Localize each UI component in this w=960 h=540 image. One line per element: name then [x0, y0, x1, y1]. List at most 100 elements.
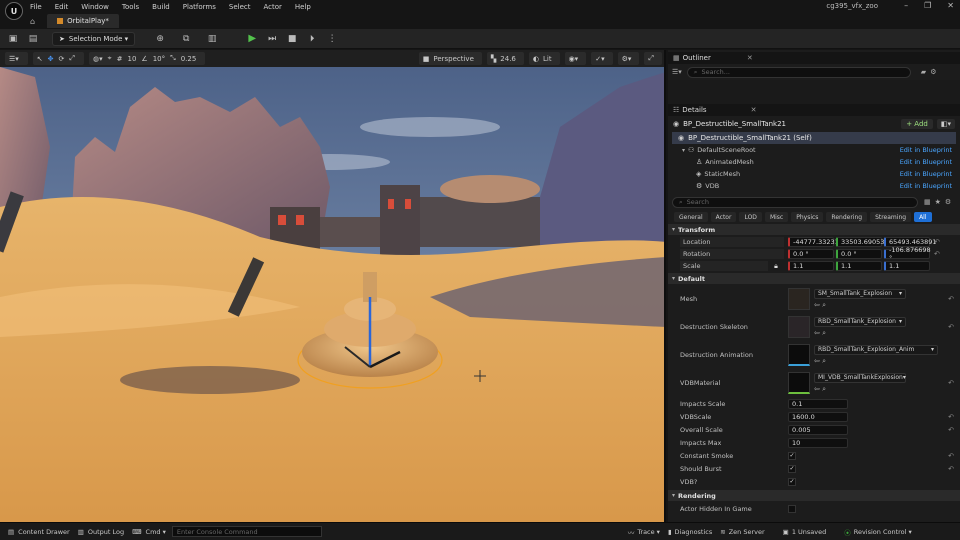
component-vdb[interactable]: ⚙ VDB Edit in Blueprint — [682, 180, 952, 192]
mesh-thumbnail[interactable] — [788, 288, 810, 310]
world-local-icon[interactable]: ◍▾ — [93, 55, 103, 63]
menu-help[interactable]: Help — [295, 3, 311, 11]
find-icon[interactable]: ⌕ — [822, 357, 826, 365]
edit-in-blueprint-link[interactable]: Edit in Blueprint — [900, 170, 952, 178]
component-staticmesh[interactable]: ◈ StaticMesh Edit in Blueprint — [682, 168, 952, 180]
actor-hidden-checkbox[interactable] — [788, 504, 796, 513]
vdbmaterial-thumbnail[interactable] — [788, 372, 810, 394]
grid-snap-value[interactable]: 10 — [127, 55, 136, 63]
menu-actor[interactable]: Actor — [264, 3, 282, 11]
component-animatedmesh[interactable]: ♙ AnimatedMesh Edit in Blueprint — [682, 156, 952, 168]
overall-scale-field[interactable]: 0.005 — [788, 424, 848, 435]
home-icon[interactable]: ⌂ — [30, 17, 35, 26]
filter-tab-streaming[interactable]: Streaming — [870, 212, 912, 222]
show-flags-dropdown[interactable]: ◉▾ — [564, 52, 587, 65]
step-icon[interactable]: ⏭ — [265, 32, 279, 46]
select-tool-icon[interactable]: ↖ — [37, 55, 43, 63]
impacts-scale-field[interactable]: 0.1 — [788, 398, 848, 409]
menu-select[interactable]: Select — [229, 3, 251, 11]
menu-file[interactable]: File — [30, 3, 42, 11]
skeleton-dropdown[interactable]: RBD_SmallTank_Explosion ▾ — [814, 316, 906, 327]
perspective-dropdown[interactable]: ■ Perspective — [418, 52, 482, 65]
animation-dropdown[interactable]: RBD_SmallTank_Explosion_Anim ▾ — [814, 344, 938, 355]
add-actor-icon[interactable]: ⊕ — [153, 32, 167, 46]
close-details-icon[interactable]: ✕ — [751, 106, 757, 114]
grid-snap-icon[interactable]: # — [117, 55, 123, 63]
reset-arrow-icon[interactable]: ↶ — [934, 238, 940, 246]
find-icon[interactable]: ⌕ — [822, 301, 826, 309]
browse-icon[interactable]: ⇦ — [814, 357, 820, 365]
filter-tab-actor[interactable]: Actor — [710, 212, 737, 222]
component-self-row[interactable]: ◉ BP_Destructible_SmallTank21 (Self) — [672, 132, 956, 144]
minimize-button[interactable]: – — [904, 1, 908, 10]
viewport-settings[interactable]: ⚙▾ — [617, 52, 640, 65]
scale-snap-value[interactable]: 0.25 — [181, 55, 197, 63]
rotate-tool-icon[interactable]: ⟳ — [59, 55, 65, 63]
stop-icon[interactable]: ■ — [285, 32, 299, 46]
browse-icon[interactable]: ⇦ — [814, 385, 820, 393]
scale-y-field[interactable]: 1.1 — [836, 261, 882, 271]
content-drawer-button[interactable]: ▤ Content Drawer — [8, 528, 70, 536]
rot-snap-icon[interactable]: ∠ — [141, 55, 147, 63]
scale-tool-icon[interactable]: ⤢ — [69, 54, 75, 63]
filter-tab-physics[interactable]: Physics — [791, 212, 824, 222]
filter-tab-lod[interactable]: LOD — [739, 212, 762, 222]
location-y-field[interactable]: 33503.690533 — [836, 237, 889, 247]
lock-icon[interactable]: 🔒︎ — [768, 262, 784, 271]
scene-render[interactable] — [0, 67, 666, 522]
realtime-toggle[interactable]: ✓▾ — [591, 52, 613, 65]
fov-control[interactable]: ▚ 24.6 — [486, 52, 524, 65]
menu-build[interactable]: Build — [152, 3, 170, 11]
vdbmaterial-dropdown[interactable]: MI_VDB_SmallTankExplosion ▾ — [814, 372, 906, 383]
vdbscale-field[interactable]: 1600.0 — [788, 411, 848, 422]
menu-tools[interactable]: Tools — [122, 3, 139, 11]
move-tool-icon[interactable]: ✥ — [48, 55, 54, 63]
launch-icon[interactable]: ⏵ — [305, 32, 319, 46]
maximize-button[interactable]: ❐ — [924, 1, 931, 10]
filter-tab-misc[interactable]: Misc — [764, 212, 789, 222]
details-search-input[interactable]: ⌕ Search — [672, 196, 918, 208]
unsaved-button[interactable]: ▣ 1 Unsaved — [783, 528, 827, 536]
scale-dropdown[interactable]: Scale — [680, 261, 768, 271]
edit-in-blueprint-link[interactable]: Edit in Blueprint — [900, 182, 952, 190]
reset-arrow-icon[interactable]: ↶ — [948, 379, 954, 387]
outliner-settings-icon[interactable]: ⚙ — [930, 68, 936, 76]
viewport-menu-button[interactable]: ☰▾ — [5, 52, 28, 65]
menu-platforms[interactable]: Platforms — [183, 3, 216, 11]
animation-thumbnail[interactable] — [788, 344, 810, 366]
impacts-max-field[interactable]: 10 — [788, 437, 848, 448]
reset-arrow-icon[interactable]: ↶ — [948, 323, 954, 331]
save-icon[interactable]: ▣ — [6, 32, 20, 46]
reset-arrow-icon[interactable]: ↶ — [948, 452, 954, 460]
scale-z-field[interactable]: 1.1 — [884, 261, 930, 271]
close-window-button[interactable]: ✕ — [947, 1, 954, 10]
details-settings-icon[interactable]: ⚙ — [945, 198, 951, 206]
constant-smoke-checkbox[interactable]: ✓ — [788, 451, 796, 460]
filter-tab-rendering[interactable]: Rendering — [826, 212, 868, 222]
filter-tab-all[interactable]: All — [914, 212, 932, 222]
reset-arrow-icon[interactable]: ↶ — [948, 426, 954, 434]
mesh-dropdown[interactable]: SM_SmallTank_Explosion ▾ — [814, 288, 906, 299]
reset-arrow-icon[interactable]: ↶ — [948, 465, 954, 473]
edit-in-blueprint-link[interactable]: Edit in Blueprint — [900, 158, 952, 166]
outliner-search-input[interactable]: ⌕ Search... — [686, 66, 911, 78]
zen-server-button[interactable]: ≋ Zen Server — [720, 528, 764, 536]
location-x-field[interactable]: -44777.332316 — [788, 237, 843, 247]
filter-icon[interactable]: ☰▾ — [672, 68, 682, 76]
favorites-icon[interactable]: ★ — [935, 198, 941, 206]
cmd-dropdown[interactable]: ⌨ Cmd ▾ — [132, 528, 166, 536]
should-burst-checkbox[interactable]: ✓ — [788, 464, 796, 473]
transform-section-header[interactable]: ▾ Transform — [668, 224, 960, 235]
browse-icon[interactable]: ⇦ — [814, 301, 820, 309]
unreal-logo-icon[interactable]: U — [5, 2, 23, 20]
property-matrix-icon[interactable]: ▦ — [924, 198, 931, 206]
console-command-input[interactable]: Enter Console Command — [171, 526, 322, 537]
component-defaultsceneroot[interactable]: ▾ ⚇ DefaultSceneRoot Edit in Blueprint — [682, 144, 952, 156]
content-browser-icon[interactable]: ▤ — [26, 32, 40, 46]
close-outliner-icon[interactable]: ✕ — [747, 54, 753, 62]
add-component-button[interactable]: + Add — [901, 119, 933, 129]
rotation-dropdown[interactable]: Rotation — [680, 249, 784, 259]
blueprint-icon[interactable]: ⧉ — [179, 32, 193, 46]
scale-snap-icon[interactable]: ⤡ — [170, 54, 176, 63]
default-section-header[interactable]: ▾ Default — [668, 273, 960, 284]
